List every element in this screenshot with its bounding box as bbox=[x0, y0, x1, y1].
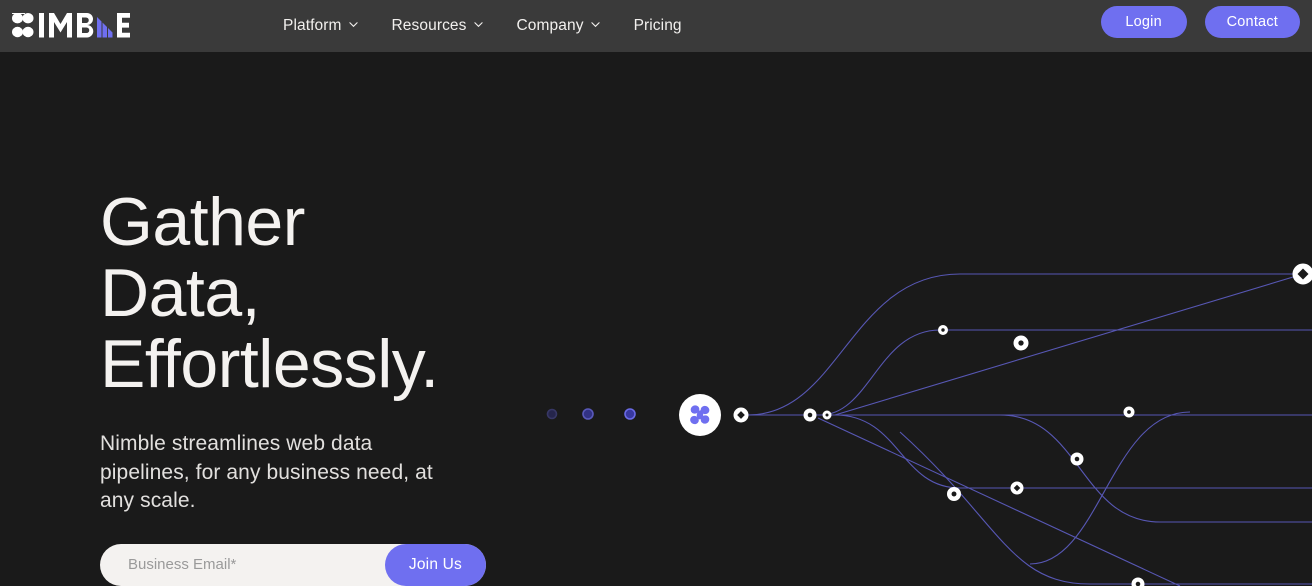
hero-copy: Gather Data, Effortlessly. Nimble stream… bbox=[100, 187, 530, 586]
hero-subtitle: Nimble streamlines web data pipelines, f… bbox=[100, 430, 492, 516]
page-title: Gather Data, Effortlessly. bbox=[100, 187, 530, 400]
nav-item-platform[interactable]: Platform bbox=[283, 17, 358, 35]
login-button[interactable]: Login bbox=[1101, 6, 1187, 38]
network-node bbox=[1011, 482, 1023, 494]
network-node bbox=[1071, 453, 1083, 465]
chevron-down-icon bbox=[591, 20, 600, 29]
network-node bbox=[1293, 264, 1312, 284]
join-us-button[interactable]: Join Us bbox=[385, 544, 486, 586]
network-node bbox=[1014, 336, 1028, 350]
network-node bbox=[948, 488, 961, 501]
network-node bbox=[823, 411, 831, 419]
nav-item-company[interactable]: Company bbox=[517, 17, 600, 35]
network-node bbox=[939, 326, 948, 335]
network-node bbox=[1124, 407, 1134, 417]
network-node bbox=[804, 409, 816, 421]
network-node bbox=[734, 408, 748, 422]
chevron-down-icon bbox=[474, 20, 483, 29]
nimble-logo[interactable] bbox=[12, 11, 130, 41]
network-node bbox=[625, 409, 635, 419]
network-node bbox=[1132, 578, 1144, 586]
nav-item-label: Pricing bbox=[634, 17, 682, 35]
email-signup-form: Join Us bbox=[100, 544, 486, 586]
main-navigation: Platform Resources Company Pricing bbox=[283, 0, 682, 52]
nav-item-pricing[interactable]: Pricing bbox=[634, 17, 682, 35]
hero-section: Gather Data, Effortlessly. Nimble stream… bbox=[0, 52, 1312, 586]
network-node bbox=[583, 409, 593, 419]
contact-button[interactable]: Contact bbox=[1205, 6, 1300, 38]
site-header: Platform Resources Company Pricing Login… bbox=[0, 0, 1312, 52]
nimble-logo-icon bbox=[12, 13, 130, 39]
nav-item-resources[interactable]: Resources bbox=[392, 17, 483, 35]
nav-item-label: Resources bbox=[392, 17, 467, 35]
nav-item-label: Platform bbox=[283, 17, 342, 35]
network-node bbox=[548, 410, 557, 419]
nav-item-label: Company bbox=[517, 17, 584, 35]
chevron-down-icon bbox=[349, 20, 358, 29]
header-actions: Login Contact bbox=[1101, 6, 1300, 38]
